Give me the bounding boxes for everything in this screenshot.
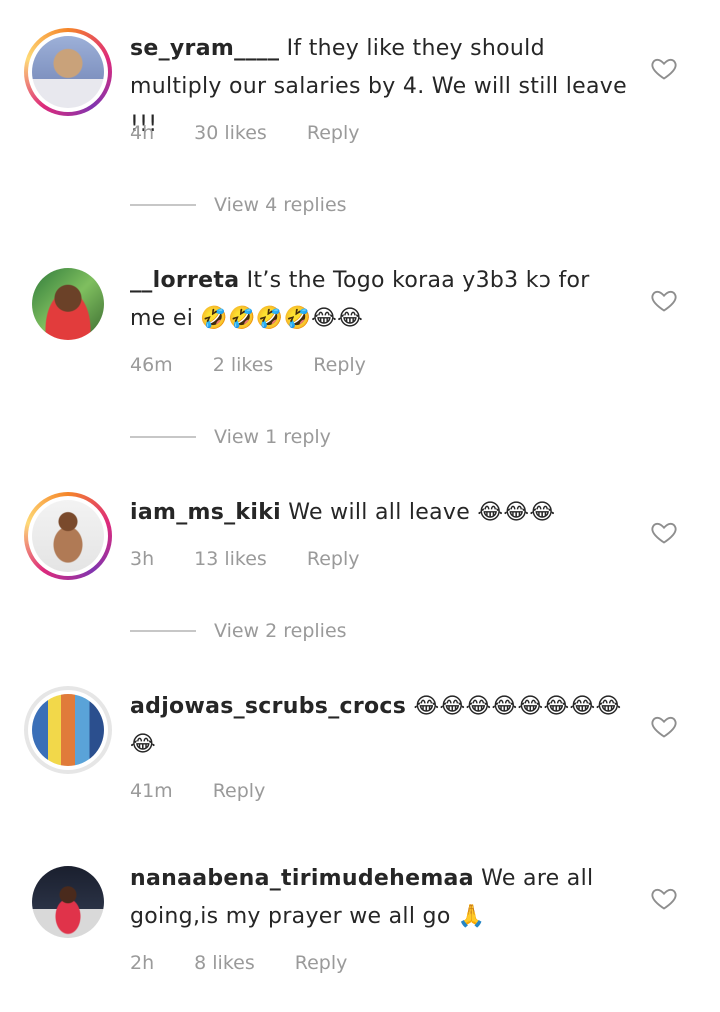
comment-meta: 3h 13 likes Reply <box>130 548 399 570</box>
comment-time: 46m <box>130 354 173 376</box>
comment-time: 3h <box>130 548 155 570</box>
view-replies-button[interactable]: View 1 reply <box>130 426 331 448</box>
comment-username[interactable]: adjowas_scrubs_crocs <box>130 694 406 719</box>
reply-button[interactable]: Reply <box>313 354 366 376</box>
comment-username[interactable]: se_yram____ <box>130 36 279 61</box>
view-replies-label: View 2 replies <box>214 620 347 642</box>
heart-outline-icon[interactable] <box>650 286 678 314</box>
comment-text-block: iam_ms_kiki We will all leave 😂😂😂 <box>130 494 630 532</box>
comment-username[interactable]: iam_ms_kiki <box>130 500 281 525</box>
heart-outline-icon[interactable] <box>650 54 678 82</box>
comment-meta: 4h 30 likes Reply <box>130 122 399 144</box>
comment-likes[interactable]: 30 likes <box>194 122 267 144</box>
avatar[interactable] <box>24 858 112 946</box>
view-replies-label: View 4 replies <box>214 194 347 216</box>
avatar[interactable] <box>24 28 112 116</box>
avatar[interactable] <box>24 492 112 580</box>
reply-button[interactable]: Reply <box>295 952 348 974</box>
comment-time: 2h <box>130 952 155 974</box>
reply-button[interactable]: Reply <box>307 122 360 144</box>
reply-button[interactable]: Reply <box>213 780 266 802</box>
comment-meta: 46m 2 likes Reply <box>130 354 406 376</box>
avatar[interactable] <box>24 260 112 348</box>
comment-time: 41m <box>130 780 173 802</box>
heart-outline-icon[interactable] <box>650 518 678 546</box>
comment-likes[interactable]: 13 likes <box>194 548 267 570</box>
comment-meta: 2h 8 likes Reply <box>130 952 387 974</box>
replies-divider <box>130 436 196 438</box>
comment-text-block: adjowas_scrubs_crocs 😂😂😂😂😂😂😂😂😂 <box>130 688 630 764</box>
replies-divider <box>130 630 196 632</box>
comment-time: 4h <box>130 122 155 144</box>
avatar[interactable] <box>24 686 112 774</box>
heart-outline-icon[interactable] <box>650 712 678 740</box>
comment-likes[interactable]: 8 likes <box>194 952 255 974</box>
view-replies-button[interactable]: View 2 replies <box>130 620 347 642</box>
comment-text: We will all leave 😂😂😂 <box>288 500 556 525</box>
comment-text-block: nanaabena_tirimudehemaa We are all going… <box>130 860 630 936</box>
comment-username[interactable]: __lorreta <box>130 268 239 293</box>
comment-meta: 41m Reply <box>130 780 305 802</box>
comment-username[interactable]: nanaabena_tirimudehemaa <box>130 866 474 891</box>
heart-outline-icon[interactable] <box>650 884 678 912</box>
reply-button[interactable]: Reply <box>307 548 360 570</box>
comment-likes[interactable]: 2 likes <box>213 354 274 376</box>
comment-text-block: __lorreta It’s the Togo koraa y3b3 kↄ fo… <box>130 262 630 338</box>
view-replies-button[interactable]: View 4 replies <box>130 194 347 216</box>
view-replies-label: View 1 reply <box>214 426 331 448</box>
replies-divider <box>130 204 196 206</box>
